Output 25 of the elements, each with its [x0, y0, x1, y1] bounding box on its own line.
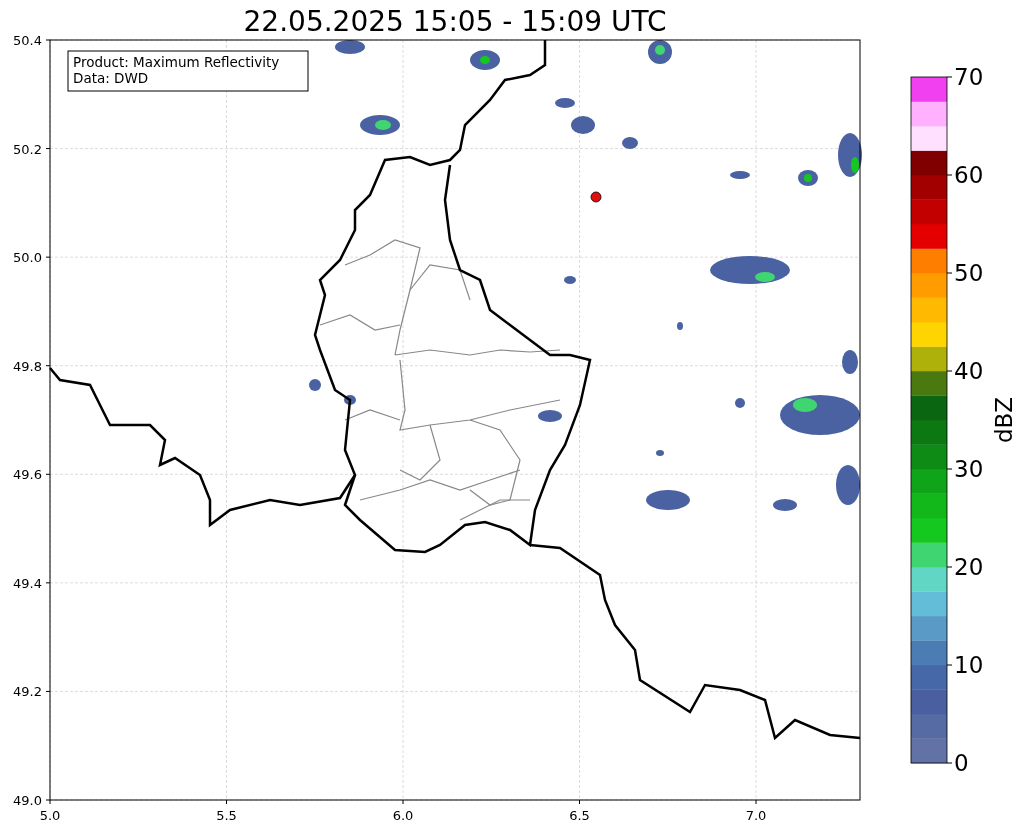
- axis-tick-label: 6.5: [569, 808, 590, 823]
- colorbar-tick-label: 20: [954, 554, 984, 580]
- axis-tick-label: 49.0: [13, 793, 42, 808]
- axis-tick-label: 6.0: [392, 808, 414, 823]
- axis-tick-label: 49.6: [13, 467, 42, 483]
- colorbar-tick-label: 70: [954, 64, 984, 90]
- legend-text: Product: Maximum Reflectivity: [73, 54, 280, 70]
- colorbar-label: dBZ: [991, 396, 1017, 444]
- colorbar-tick-label: 30: [954, 456, 984, 482]
- colorbar-tick-label: 50: [954, 260, 984, 286]
- legend-text: Data: DWD: [73, 70, 149, 86]
- axis-tick-label: 50.4: [13, 33, 42, 48]
- axis-tick-label: 49.2: [13, 684, 42, 700]
- axis-tick-label: 49.4: [13, 575, 42, 591]
- colorbar-tick-label: 10: [954, 652, 984, 678]
- axis-tick-label: 5.0: [39, 808, 61, 823]
- colorbar-tick-label: 40: [954, 358, 984, 384]
- colorbar-tick-label: 0: [954, 750, 969, 776]
- axis-tick-label: 5.5: [216, 808, 237, 823]
- axis-tick-label: 50.2: [13, 141, 42, 157]
- chart-title: 22.05.2025 15:05 - 15:09 UTC: [243, 5, 667, 38]
- axis-tick-label: 7.0: [745, 808, 767, 823]
- axis-tick-label: 50.0: [13, 250, 42, 266]
- colorbar-tick-label: 60: [954, 162, 984, 188]
- axis-tick-label: 49.8: [13, 358, 42, 374]
